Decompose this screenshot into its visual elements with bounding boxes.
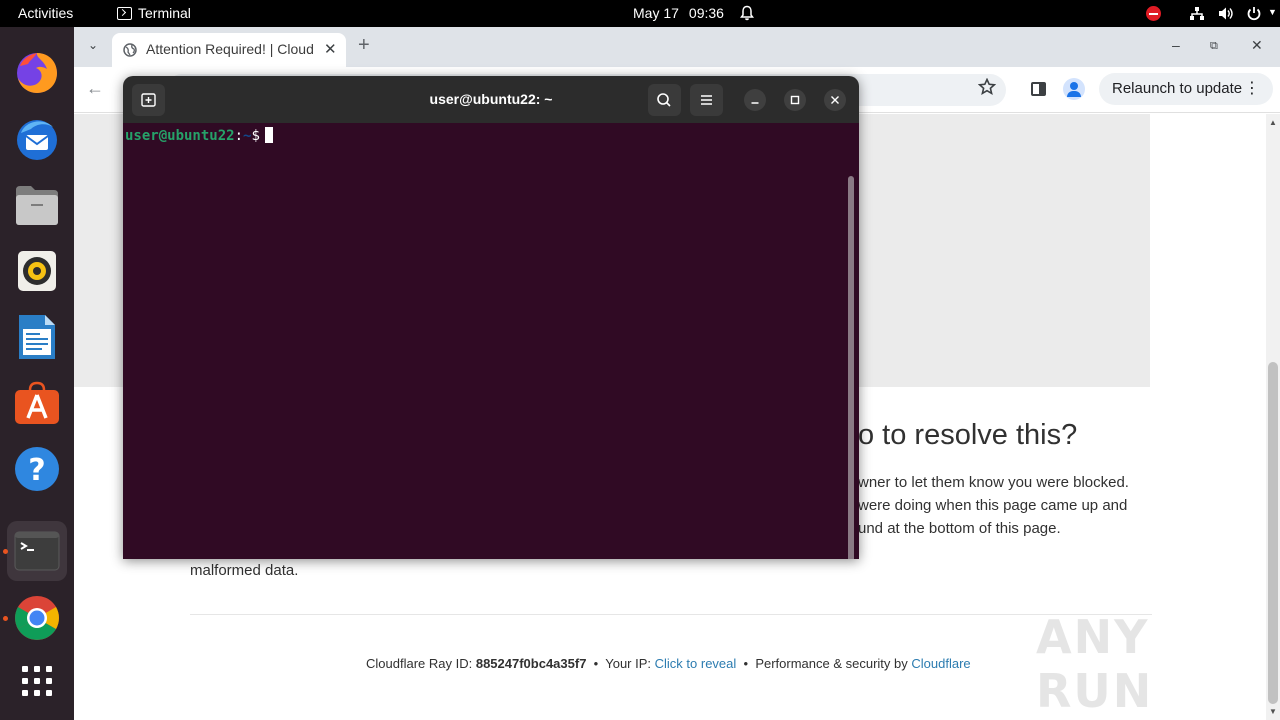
dock-show-apps[interactable]	[7, 651, 67, 711]
hamburger-menu-icon	[701, 95, 712, 105]
app-center-icon	[15, 381, 59, 424]
dock-terminal[interactable]	[7, 521, 67, 581]
scroll-up-icon[interactable]: ▲	[1269, 118, 1277, 127]
dock: ?	[0, 27, 74, 720]
prompt-symbol: $	[251, 128, 260, 144]
anyrun-watermark: ANY RUN	[1036, 610, 1154, 718]
chrome-running-indicator	[3, 616, 8, 621]
tab-strip: ⌄ Attention Required! | Cloudflare ✕ + –…	[74, 27, 1280, 67]
text-cursor	[264, 127, 273, 143]
do-not-disturb-icon[interactable]	[1146, 6, 1161, 21]
relaunch-label: Relaunch to update	[1112, 80, 1243, 97]
close-icon	[831, 96, 839, 104]
clock[interactable]: May 17 09:36	[633, 5, 724, 21]
terminal-content[interactable]: user@ubuntu22:~$	[123, 123, 859, 559]
footer-bullet: •	[743, 656, 749, 671]
show-apps-grid-icon	[22, 666, 52, 696]
clock-time: 09:36	[688, 5, 724, 21]
chrome-icon	[15, 596, 59, 640]
tab-title: Attention Required! | Cloudflare	[146, 41, 314, 57]
footer-bullet: •	[593, 656, 599, 671]
bookmark-star-icon[interactable]	[978, 78, 996, 96]
dock-rhythmbox[interactable]	[7, 241, 67, 301]
dock-libreoffice-writer[interactable]	[7, 307, 67, 367]
network-icon[interactable]	[1189, 6, 1205, 21]
svg-text:?: ?	[28, 453, 45, 488]
footer-divider	[190, 614, 1152, 615]
hero-banner-margin	[1150, 114, 1266, 387]
power-icon[interactable]	[1246, 6, 1262, 21]
search-icon	[657, 93, 671, 107]
terminal-scrollbar[interactable]	[848, 176, 854, 559]
side-panel-icon[interactable]	[1031, 82, 1046, 96]
browser-minimize-button[interactable]: –	[1172, 37, 1180, 53]
app-menu[interactable]: Terminal	[117, 5, 191, 21]
tray-chevron-down-icon[interactable]: ▼	[1268, 7, 1277, 17]
malformed-text: malformed data.	[190, 562, 299, 579]
top-bar: Activities Terminal May 17 09:36 ▼	[0, 0, 1280, 27]
terminal-app-icon	[117, 6, 132, 20]
tab-close-icon[interactable]: ✕	[324, 40, 337, 58]
terminal-dock-icon	[14, 531, 60, 571]
prompt-user: user@ubuntu22	[125, 128, 235, 144]
resolve-text-line: wner to let them know you were blocked.	[858, 474, 1129, 491]
terminal-window: user@ubuntu22: ~ user@ubuntu22:~$	[123, 76, 859, 559]
files-icon	[16, 186, 58, 225]
dock-help[interactable]: ?	[7, 439, 67, 499]
terminal-menu-button[interactable]	[690, 84, 723, 116]
profile-avatar-icon[interactable]	[1063, 78, 1085, 100]
relaunch-to-update-button[interactable]: Relaunch to update ⋮	[1099, 73, 1273, 105]
terminal-header-bar: user@ubuntu22: ~	[123, 76, 859, 123]
performance-label: Performance & security by	[755, 656, 908, 671]
dock-thunderbird[interactable]	[7, 109, 67, 169]
volume-icon[interactable]	[1218, 6, 1234, 21]
globe-icon	[123, 43, 137, 57]
dock-files[interactable]	[7, 175, 67, 235]
browser-close-button[interactable]: ✕	[1251, 37, 1263, 54]
dock-firefox[interactable]	[7, 43, 67, 103]
resolve-text-line: und at the bottom of this page.	[858, 520, 1061, 537]
reveal-ip-link[interactable]: Click to reveal	[655, 656, 737, 671]
notification-bell-icon[interactable]	[739, 5, 755, 21]
terminal-running-indicator	[3, 549, 8, 554]
tab-attention-required[interactable]: Attention Required! | Cloudflare ✕	[112, 33, 346, 67]
terminal-close-button[interactable]	[824, 89, 846, 111]
resolve-text: wner to let them know you were blocked. …	[858, 471, 1158, 540]
ray-id-value: 885247f0bc4a35f7	[475, 656, 587, 671]
new-tab-button[interactable]: +	[358, 34, 370, 57]
browser-restore-button[interactable]: ⧉	[1210, 40, 1218, 53]
cloudflare-link[interactable]: Cloudflare	[911, 656, 970, 671]
thunderbird-icon	[17, 120, 57, 160]
writer-icon	[19, 315, 55, 359]
cloudflare-footer: Cloudflare Ray ID: 885247f0bc4a35f7 • Yo…	[366, 656, 971, 671]
dock-chrome[interactable]	[7, 588, 67, 648]
resolve-text-line: were doing when this page came up and	[858, 497, 1128, 514]
terminal-minimize-button[interactable]	[744, 89, 766, 111]
resolve-heading: o to resolve this?	[858, 419, 1078, 451]
app-menu-label: Terminal	[138, 5, 191, 21]
terminal-maximize-button[interactable]	[784, 89, 806, 111]
rhythmbox-icon	[18, 251, 56, 291]
ray-id-label: Cloudflare Ray ID:	[366, 656, 473, 671]
ip-label: Your IP:	[605, 656, 652, 671]
menu-kebab-icon[interactable]: ⋮	[1244, 78, 1260, 98]
minimize-icon	[751, 102, 759, 104]
terminal-search-button[interactable]	[648, 84, 681, 116]
prompt-separator: :	[234, 128, 244, 144]
dock-app-center[interactable]	[7, 373, 67, 433]
maximize-icon	[790, 95, 800, 105]
activities-button[interactable]: Activities	[18, 5, 73, 21]
help-icon: ?	[15, 447, 59, 491]
clock-date: May 17	[633, 5, 679, 21]
firefox-icon	[17, 53, 57, 93]
shell-prompt: user@ubuntu22:~$	[125, 127, 273, 144]
back-arrow-icon[interactable]: ←	[86, 78, 104, 99]
tab-search-chevron-down-icon[interactable]: ⌄	[88, 38, 98, 52]
